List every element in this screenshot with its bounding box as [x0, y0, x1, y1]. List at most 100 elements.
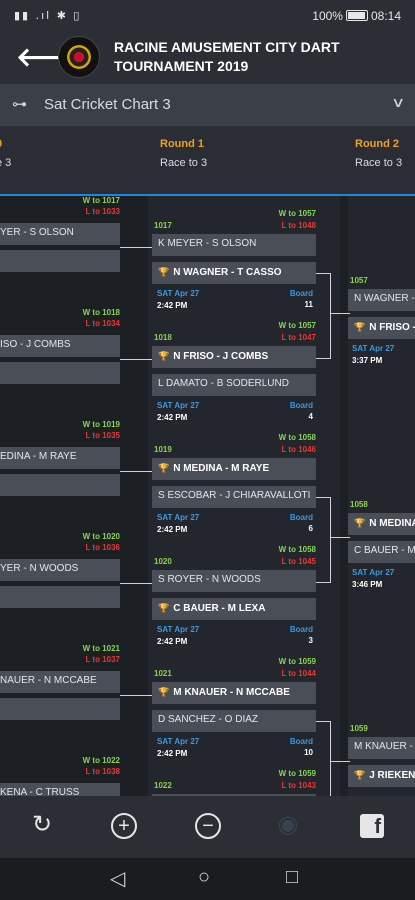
match-info: SAT Apr 27 2:42 PM Board 10	[157, 737, 313, 761]
globe-icon[interactable]: ◉	[272, 810, 304, 840]
facebook-icon[interactable]: f	[360, 814, 384, 838]
loser-advance: L to 1036	[85, 543, 120, 552]
match-number: 1057	[350, 276, 368, 285]
player-slot[interactable]: NAUER - N MCCABE	[0, 671, 120, 693]
round-name: Round 1	[160, 138, 204, 150]
player-names: C BAUER - M LEXA	[173, 603, 266, 614]
battery-percent: 100%	[312, 9, 343, 23]
round-1-header: Round 1 Race to 3	[160, 138, 207, 169]
loser-advance: L to 1037	[85, 655, 120, 664]
match-number: 1019	[154, 445, 172, 454]
winner-advance: W to 1020	[82, 532, 120, 541]
player-slot[interactable]: EDINA - M RAYE	[0, 447, 120, 469]
player-slot-empty[interactable]	[0, 474, 120, 496]
player-names: M KNAUER - N	[354, 741, 415, 752]
player-slot-empty[interactable]	[0, 586, 120, 608]
winner-advance: W to 1057	[278, 321, 316, 330]
player-slot[interactable]: 🏆 N MEDINA - M RAYE	[152, 458, 316, 480]
player-slot-empty[interactable]	[0, 250, 120, 272]
board-number: 11	[304, 300, 313, 309]
system-recent-icon[interactable]: □	[286, 866, 298, 889]
match-info: SAT Apr 27 2:42 PM Board 3	[157, 625, 313, 649]
board-label: Board	[289, 737, 313, 746]
player-slot[interactable]: 🏆 M KNAUER - N MCCABE	[152, 682, 316, 704]
match-number: 1018	[154, 333, 172, 342]
app-bar: 🡐 RACINE AMUSEMENT CITY DART TOURNAMENT …	[0, 32, 415, 84]
player-slot[interactable]: 🏆N MEDINA - M	[348, 513, 415, 535]
winner-advance: W to 1018	[82, 308, 120, 317]
player-slot[interactable]: S ROYER - N WOODS	[152, 570, 316, 592]
round-0-header: 0 e 3	[0, 138, 11, 169]
zoom-out-icon[interactable]: −	[192, 810, 224, 840]
zoom-in-icon[interactable]: +	[108, 810, 140, 840]
winner-advance: W to 1059	[278, 657, 316, 666]
match-number: 1059	[350, 724, 368, 733]
trophy-icon: 🏆	[158, 687, 170, 697]
player-slot[interactable]: N WAGNER - T	[348, 289, 415, 311]
board-number: 3	[308, 636, 313, 645]
player-slot[interactable]: 🏆 N FRISO - J COMBS	[152, 346, 316, 368]
round-2-header: Round 2 Race to 3	[355, 138, 402, 169]
round-2-column	[348, 196, 415, 796]
loser-advance: L to 1033	[85, 207, 120, 216]
player-names: N MEDINA - M RAYE	[173, 463, 270, 474]
player-names: S ROYER - N WOODS	[158, 574, 261, 585]
trophy-icon: 🏆	[158, 267, 170, 277]
winner-advance: W to 1022	[82, 756, 120, 765]
bracket-area[interactable]: W to 1017 L to 1033 YER - S OLSON W to 1018…	[0, 196, 415, 796]
player-slot[interactable]: YER - N WOODS	[0, 559, 120, 581]
player-slot-empty[interactable]	[0, 362, 120, 384]
match-info: SAT Apr 27 2:42 PM Board 4	[157, 401, 313, 425]
player-slot[interactable]: YER - S OLSON	[0, 223, 120, 245]
player-slot[interactable]: ISO - J COMBS	[0, 335, 120, 357]
system-nav-bar: ◁ ○ □	[0, 858, 415, 900]
loser-advance: L to 1045	[281, 557, 316, 566]
bracket-connector	[316, 273, 331, 359]
round-name: Round 2	[355, 138, 399, 150]
player-names: J RIEKENA	[369, 770, 415, 781]
bracket-line	[120, 695, 152, 696]
status-icons: ▮▮ .ıl ✱ ▯	[14, 9, 82, 22]
player-slot-empty[interactable]	[0, 698, 120, 720]
match-number: 1022	[154, 781, 172, 790]
player-slot[interactable]: C BAUER - M	[348, 541, 415, 563]
match-time: 3:37 PM	[352, 356, 383, 365]
refresh-icon[interactable]: ↻	[26, 810, 58, 840]
winner-advance: W to 1019	[82, 420, 120, 429]
player-names: C BAUER - M	[354, 545, 415, 556]
round-race: e 3	[0, 157, 12, 169]
player-slot[interactable]: 🏆 N WAGNER - T CASSO	[152, 262, 316, 284]
winner-advance: W to 1021	[82, 644, 120, 653]
player-names: N FRISO - J	[369, 322, 415, 333]
match-time: 2:42 PM	[157, 749, 188, 758]
trophy-icon: 🏆	[158, 351, 170, 361]
chevron-down-icon: ∨	[390, 94, 406, 110]
player-names: N FRISO - J COMBS	[173, 351, 269, 362]
player-names: S ESCOBAR - J CHIARAVALLOTI	[158, 490, 311, 501]
player-slot[interactable]: D SANCHEZ - O DIAZ	[152, 710, 316, 732]
round-header: 0 e 3 Round 1 Race to 3 Round 2 Race to …	[0, 126, 415, 196]
round-race: Race to 3	[355, 157, 403, 169]
bracket-line	[120, 471, 152, 472]
loser-advance: L to 1043	[281, 781, 316, 790]
trophy-icon: 🏆	[158, 463, 170, 473]
player-slot[interactable]: L DAMATO - B SODERLUND	[152, 374, 316, 396]
player-slot[interactable]: 🏆 C BAUER - M LEXA	[152, 598, 316, 620]
bracket-line	[330, 313, 350, 314]
player-slot[interactable]: 🏆N FRISO - J	[348, 317, 415, 339]
player-slot[interactable]: S ESCOBAR - J CHIARAVALLOTI	[152, 486, 316, 508]
winner-advance: W to 1057	[278, 209, 316, 218]
board-label: Board	[289, 401, 313, 410]
loser-advance: L to 1035	[85, 431, 120, 440]
system-back-icon[interactable]: ◁	[110, 866, 125, 891]
player-slot[interactable]: 🏆J RIEKENA	[348, 765, 415, 787]
bracket-line	[120, 583, 152, 584]
player-slot[interactable]: K MEYER - S OLSON	[152, 234, 316, 256]
player-slot[interactable]: KENA - C TRUSS	[0, 783, 120, 796]
loser-advance: L to 1044	[281, 669, 316, 678]
player-names: K MEYER - S OLSON	[158, 238, 257, 249]
player-slot[interactable]: M KNAUER - N	[348, 737, 415, 759]
board-label: Board	[289, 289, 313, 298]
chart-selector[interactable]: ⊶ Sat Cricket Chart 3 ∨	[0, 84, 415, 126]
system-home-icon[interactable]: ○	[198, 866, 210, 889]
